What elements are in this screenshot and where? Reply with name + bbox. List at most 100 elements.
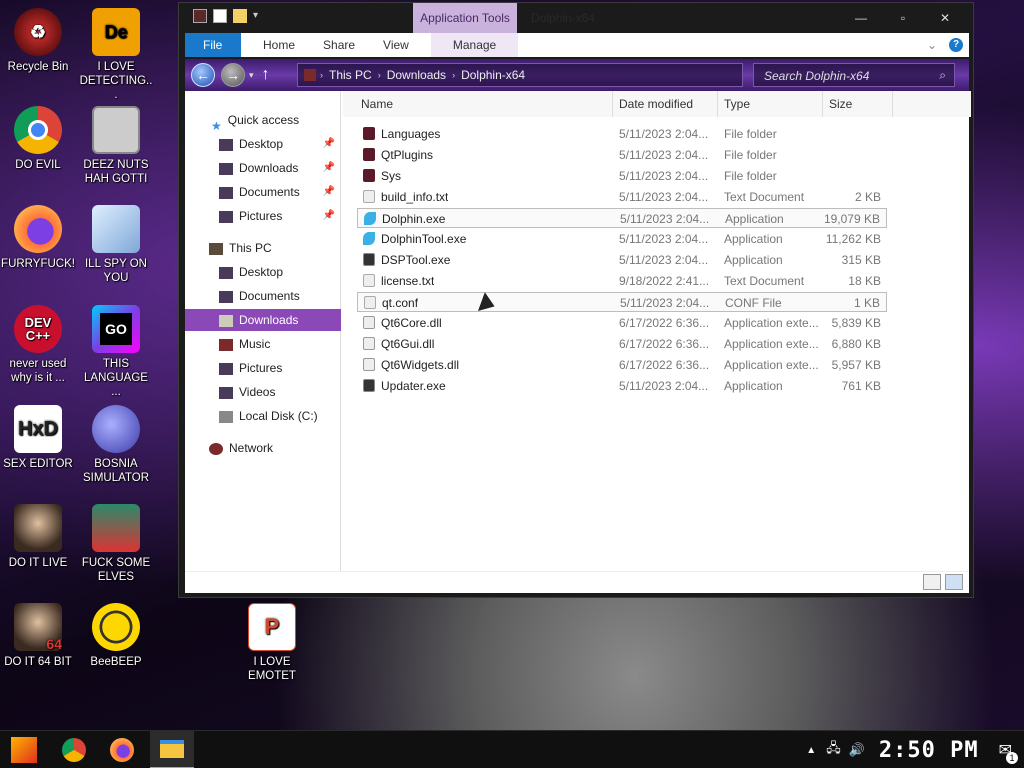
file-type: Application xyxy=(724,379,783,393)
nav-pc-music[interactable]: Music xyxy=(185,333,341,355)
volume-icon[interactable]: 🔊 xyxy=(849,742,865,758)
maximize-button[interactable]: ▫ xyxy=(885,9,921,27)
desktop-icon-detect-it-easy[interactable]: De I LOVE DETECTING... xyxy=(78,8,154,102)
back-button[interactable]: ← xyxy=(191,63,215,87)
desktop-icon-beebeep[interactable]: BeeBEEP xyxy=(78,603,154,669)
expand-ribbon-icon[interactable]: ⌄ xyxy=(927,38,937,52)
bee-icon xyxy=(92,603,140,651)
file-type: Application xyxy=(725,212,784,226)
pin-icon[interactable]: 📌 xyxy=(323,133,335,155)
desktop-icon-hxd[interactable]: HxD SEX EDITOR xyxy=(0,405,76,471)
chevron-down-icon[interactable]: ▾ xyxy=(253,9,267,23)
table-row[interactable]: build_info.txt 5/11/2023 2:04... Text Do… xyxy=(357,187,887,207)
file-date: 5/11/2023 2:04... xyxy=(620,212,710,226)
desktop-icon-deez-nuts[interactable]: DEEZ NUTS HAH GOTTI xyxy=(78,106,154,186)
start-button[interactable] xyxy=(2,731,46,768)
clock[interactable]: 2:50 PM xyxy=(879,738,979,763)
breadcrumb-this-pc[interactable]: This PC xyxy=(323,68,378,82)
forward-button[interactable]: → xyxy=(221,63,245,87)
column-header-name[interactable]: Name xyxy=(343,91,613,117)
chrome-icon xyxy=(14,106,62,154)
tab-file[interactable]: File xyxy=(185,33,241,57)
details-view-button[interactable] xyxy=(923,574,941,590)
properties-icon[interactable] xyxy=(213,9,227,23)
nav-pc-videos[interactable]: Videos xyxy=(185,381,341,403)
taskbar-firefox[interactable] xyxy=(100,731,144,768)
pin-icon[interactable]: 📌 xyxy=(323,205,335,227)
chevron-up-icon[interactable]: ▲ xyxy=(806,745,816,756)
nav-quick-documents[interactable]: Documents 📌 xyxy=(185,181,341,203)
desktop-icon-bosnia[interactable]: BOSNIA SIMULATOR xyxy=(78,405,154,485)
application-tools-tab[interactable]: Application Tools xyxy=(413,3,517,33)
nav-quick-access[interactable]: ★ Quick access xyxy=(185,109,341,133)
desktop-icon-do-it-64[interactable]: 64 DO IT 64 BIT xyxy=(0,603,76,669)
address-bar-row: ← → ▾ ↑ › This PC › Downloads › Dolphin-… xyxy=(185,59,969,91)
desktop-icon-firefox[interactable]: FURRYFUCK! xyxy=(0,205,76,271)
nav-pc-pictures[interactable]: Pictures xyxy=(185,357,341,379)
nav-network[interactable]: Network xyxy=(185,437,341,459)
dll-file-icon xyxy=(363,358,375,371)
table-row[interactable]: Updater.exe 5/11/2023 2:04... Applicatio… xyxy=(357,376,887,396)
table-row[interactable]: Qt6Core.dll 6/17/2022 6:36... Applicatio… xyxy=(357,313,887,333)
nav-pc-downloads[interactable]: Downloads xyxy=(185,309,341,331)
videos-folder-icon xyxy=(219,386,233,399)
new-folder-icon[interactable] xyxy=(233,9,247,23)
breadcrumb-dolphin[interactable]: Dolphin-x64 xyxy=(455,68,531,82)
nav-local-disk[interactable]: Local Disk (C:) xyxy=(185,405,341,427)
nav-pc-documents[interactable]: Documents xyxy=(185,285,341,307)
table-row[interactable]: Qt6Gui.dll 6/17/2022 6:36... Application… xyxy=(357,334,887,354)
pin-icon[interactable]: 📌 xyxy=(323,157,335,179)
tab-share[interactable]: Share xyxy=(309,33,369,57)
desktop-icon-emotet[interactable]: P I LOVE EMOTET xyxy=(234,603,310,683)
nav-this-pc[interactable]: This PC xyxy=(185,237,341,259)
desktop-icon-goland[interactable]: GO THIS LANGUAGE ... xyxy=(78,305,154,399)
table-row[interactable]: qt.conf 5/11/2023 2:04... CONF File 1 KB xyxy=(357,292,887,312)
table-row[interactable]: Sys 5/11/2023 2:04... File folder xyxy=(357,166,887,186)
tab-manage[interactable]: Manage xyxy=(430,33,519,57)
tab-home[interactable]: Home xyxy=(249,33,309,57)
column-header-size[interactable]: Size xyxy=(823,91,893,117)
nav-pc-desktop[interactable]: Desktop xyxy=(185,261,341,283)
taskbar-chrome[interactable] xyxy=(52,731,96,768)
address-field[interactable]: › This PC › Downloads › Dolphin-x64 xyxy=(297,63,743,87)
table-row[interactable]: DolphinTool.exe 5/11/2023 2:04... Applic… xyxy=(357,229,887,249)
nav-label: Pictures xyxy=(239,361,283,375)
large-icons-view-button[interactable] xyxy=(945,574,963,590)
text-file-icon xyxy=(363,274,375,287)
up-arrow-icon[interactable]: ↑ xyxy=(262,66,270,84)
taskbar-file-explorer[interactable] xyxy=(150,731,194,768)
notification-icon[interactable]: ✉ 1 xyxy=(999,740,1018,764)
table-row[interactable]: Dolphin.exe 5/11/2023 2:04... Applicatio… xyxy=(357,208,887,228)
table-row[interactable]: Qt6Widgets.dll 6/17/2022 6:36... Applica… xyxy=(357,355,887,375)
recycle-bin-icon: ♻ xyxy=(14,8,62,56)
table-row[interactable]: license.txt 9/18/2022 2:41... Text Docum… xyxy=(357,271,887,291)
table-row[interactable]: Languages 5/11/2023 2:04... File folder xyxy=(357,124,887,144)
nav-quick-pictures[interactable]: Pictures 📌 xyxy=(185,205,341,227)
desktop-icon-do-it-live[interactable]: DO IT LIVE xyxy=(0,504,76,570)
file-type: CONF File xyxy=(725,296,782,310)
desktop-icon-spy[interactable]: ILL SPY ON YOU xyxy=(78,205,154,285)
desktop-icon-elves[interactable]: FUCK SOME ELVES xyxy=(78,504,154,584)
help-icon[interactable]: ? xyxy=(949,38,963,52)
column-header-type[interactable]: Type xyxy=(718,91,823,117)
desktop-icon-label: SEX EDITOR xyxy=(3,458,73,470)
table-row[interactable]: DSPTool.exe 5/11/2023 2:04... Applicatio… xyxy=(357,250,887,270)
nav-label: Documents xyxy=(239,185,300,199)
nav-quick-downloads[interactable]: Downloads 📌 xyxy=(185,157,341,179)
file-size: 6,880 KB xyxy=(831,337,881,351)
search-input[interactable]: Search Dolphin-x64 ⌕ xyxy=(753,63,955,87)
location-icon xyxy=(304,69,316,81)
desktop-icon-chrome[interactable]: DO EVIL xyxy=(0,106,76,172)
tab-view[interactable]: View xyxy=(369,33,423,57)
desktop-icon-recycle-bin[interactable]: ♻ Recycle Bin xyxy=(0,8,76,74)
table-row[interactable]: QtPlugins 5/11/2023 2:04... File folder xyxy=(357,145,887,165)
network-icon[interactable]: 🖧 xyxy=(826,739,841,761)
breadcrumb-downloads[interactable]: Downloads xyxy=(381,68,452,82)
close-button[interactable]: ✕ xyxy=(927,9,963,27)
recent-locations-icon[interactable]: ▾ xyxy=(249,70,254,81)
minimize-button[interactable]: — xyxy=(843,9,879,27)
pin-icon[interactable]: 📌 xyxy=(323,181,335,203)
desktop-icon-devcpp[interactable]: DEV C++ never used why is it ... xyxy=(0,305,76,385)
column-header-date[interactable]: Date modified xyxy=(613,91,718,117)
nav-quick-desktop[interactable]: Desktop 📌 xyxy=(185,133,341,155)
